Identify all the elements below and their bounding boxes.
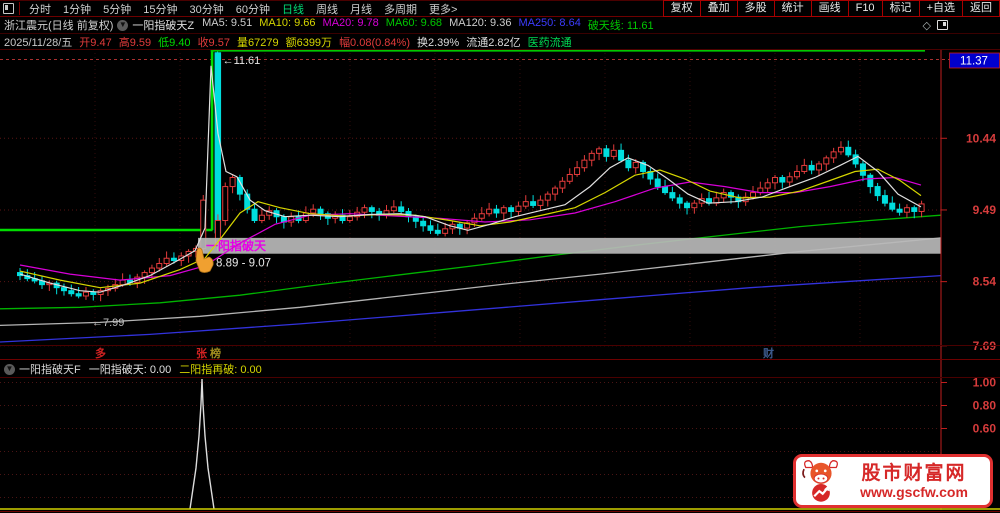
- window-split-icon[interactable]: [3, 3, 14, 14]
- event-marker: 财: [762, 346, 774, 360]
- divider: [19, 2, 20, 15]
- watermark-site-name: 股市财富网: [861, 463, 966, 484]
- watermark-url: www.gscfw.com: [860, 484, 968, 500]
- period-tab[interactable]: 周线: [316, 1, 338, 17]
- subchart-axis-label: 1.00: [973, 376, 997, 390]
- subchart-value-2: 二阳指再破: 0.00: [179, 361, 262, 377]
- toolbar-button[interactable]: 返回: [962, 0, 1000, 17]
- quote-field: 收9.57: [198, 34, 230, 50]
- toolbar-button[interactable]: 统计: [774, 0, 812, 17]
- quote-field: 额6399万: [286, 34, 332, 50]
- event-marker: 张: [196, 346, 208, 360]
- subchart-value-1: 一阳指破天: 0.00: [89, 361, 172, 377]
- quote-bar: 2025/11/28/五 开9.47 高9.59 低9.40 收9.57 量67279 额…: [0, 34, 1000, 50]
- period-tab[interactable]: 15分钟: [143, 1, 177, 17]
- toolbar-button[interactable]: 画线: [811, 0, 849, 17]
- band-range-label: 8.89 - 9.07: [216, 258, 271, 270]
- ma-value-label: 破天线: 11.61: [588, 17, 654, 33]
- signal-spike: [190, 379, 214, 509]
- period-tab[interactable]: 更多>: [429, 1, 457, 17]
- toolbar-button[interactable]: F10: [848, 0, 883, 17]
- window-icon[interactable]: [937, 20, 948, 30]
- quote-field: 换2.39%: [417, 34, 459, 50]
- chevron-down-icon[interactable]: ▼: [4, 364, 15, 375]
- period-tab[interactable]: 5分钟: [103, 1, 131, 17]
- toolbar-button[interactable]: 复权: [663, 0, 701, 17]
- ma-value-label: MA10: 9.66: [259, 17, 315, 33]
- subchart-axis-label: 0.60: [973, 422, 997, 436]
- toolbar-button[interactable]: 标记: [882, 0, 920, 17]
- quote-fields: 开9.47 高9.59 低9.40 收9.57 量67279 额6399万幅0.08(0.…: [79, 34, 578, 50]
- quote-field: 流通2.82亿: [466, 34, 520, 50]
- event-marker: 榜: [210, 346, 221, 360]
- ma-line-blue: [0, 276, 941, 342]
- price-axis-label: 10.44: [966, 131, 996, 145]
- main-indicator-name[interactable]: 一阳指破天Z: [132, 17, 194, 33]
- toolbar-buttons: 复权叠加多股统计画线F10标记+自选返回: [664, 0, 1000, 17]
- event-marker: 多: [95, 346, 106, 360]
- quote-date: 2025/11/28/五: [4, 34, 72, 50]
- subchart-indicator-name[interactable]: 一阳指破天F: [19, 361, 81, 377]
- period-tab[interactable]: 多周期: [384, 1, 417, 17]
- ma-value-label: MA250: 8.64: [518, 17, 580, 33]
- quote-field: 低9.40: [158, 34, 190, 50]
- watermark: 股市财富网 www.gscfw.com: [793, 454, 993, 508]
- signal-band: [198, 238, 941, 254]
- chevron-down-icon[interactable]: ▼: [117, 20, 128, 31]
- toolbar-button[interactable]: 多股: [737, 0, 775, 17]
- indicator-info-bar: 浙江震元(日线 前复权) ▼ 一阳指破天Z MA5: 9.51 MA10: 9.6…: [0, 17, 1000, 34]
- toolbar: 分时 1分钟 5分钟 15分钟 30分钟 60分钟日线周线月线多周期更多> 复权叠加多股统…: [0, 0, 1000, 17]
- ma-values: MA5: 9.51 MA10: 9.66 MA20: 9.78 MA60: 9.68 M…: [202, 17, 661, 33]
- high-price-label: ←11.61: [223, 55, 261, 67]
- period-tab[interactable]: 分时: [29, 1, 51, 17]
- ma-line-white: [20, 66, 921, 292]
- current-price-value: 11.37: [960, 56, 988, 68]
- subchart-header: ▼ 一阳指破天F 一阳指破天: 0.00 二阳指再破: 0.00: [0, 361, 940, 377]
- main-chart[interactable]: 一阳指破天8.89 - 9.07←11.61←7.9911.3710.449.4…: [0, 50, 1000, 513]
- ma-value-label: MA60: 9.68: [386, 17, 442, 33]
- period-tab[interactable]: 1分钟: [63, 1, 91, 17]
- subchart-axis-label: 0.80: [973, 399, 997, 413]
- low-price-label: ←7.99: [92, 317, 124, 329]
- period-tab[interactable]: 60分钟: [236, 1, 270, 17]
- quote-field: 高9.59: [119, 34, 151, 50]
- diamond-icon[interactable]: ◇: [923, 19, 931, 32]
- period-tab[interactable]: 月线: [350, 1, 372, 17]
- toolbar-button[interactable]: 叠加: [700, 0, 738, 17]
- period-tab[interactable]: 日线: [282, 1, 304, 17]
- price-axis-label: 9.49: [973, 203, 997, 217]
- price-axis-label: 8.54: [973, 275, 997, 289]
- stock-title: 浙江震元(日线 前复权): [4, 17, 113, 33]
- period-tab[interactable]: 30分钟: [190, 1, 224, 17]
- quote-field: 开9.47: [79, 34, 111, 50]
- quote-field: 幅0.08(0.84%): [339, 34, 410, 50]
- toolbar-button[interactable]: +自选: [919, 0, 963, 17]
- candlestick-series: [18, 50, 925, 301]
- ma-value-label: MA5: 9.51: [202, 17, 252, 33]
- quote-field: 量67279: [237, 34, 279, 50]
- quote-field: 医药流通: [528, 34, 572, 50]
- stock-app-window: { "toolbar": { "periods": ["分时","1分钟","5…: [0, 0, 1000, 513]
- ma-value-label: MA120: 9.36: [449, 17, 511, 33]
- bull-logo-icon: [800, 459, 842, 503]
- ma-value-label: MA20: 9.78: [323, 17, 379, 33]
- period-menu: 分时 1分钟 5分钟 15分钟 30分钟 60分钟日线周线月线多周期更多>: [23, 1, 463, 17]
